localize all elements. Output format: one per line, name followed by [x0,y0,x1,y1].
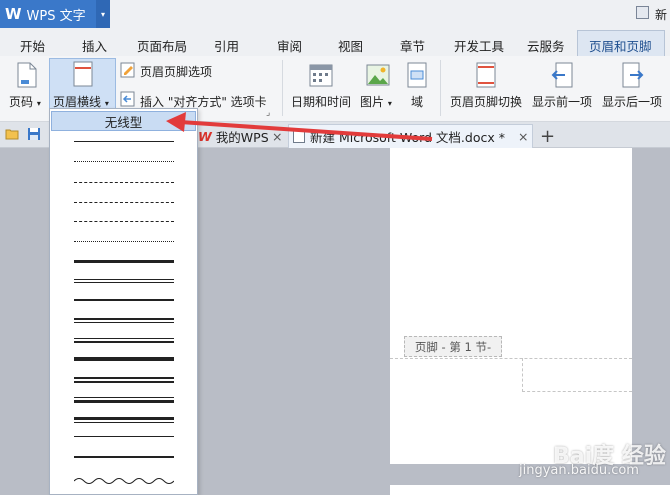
baidu-watermark-url: jingyan.baidu.com [519,463,639,478]
annotation-arrow-icon [166,112,433,141]
